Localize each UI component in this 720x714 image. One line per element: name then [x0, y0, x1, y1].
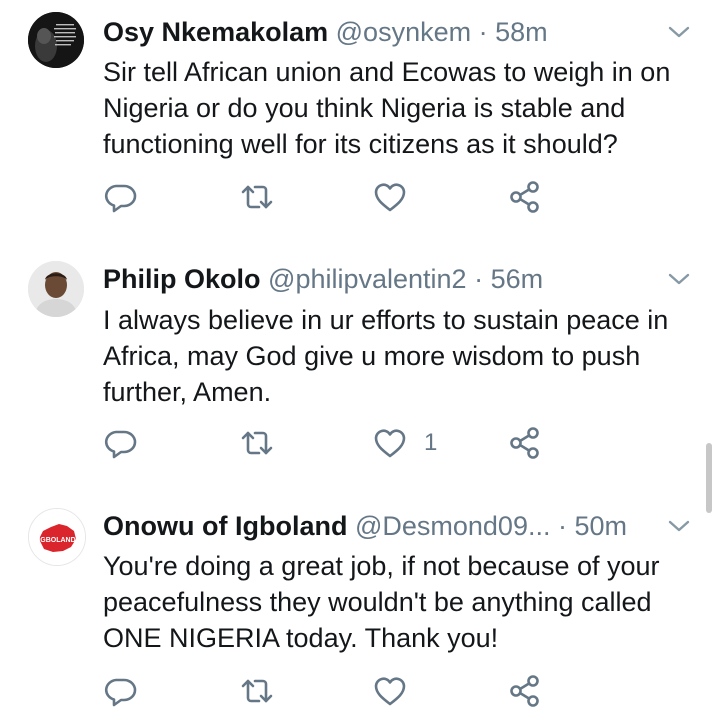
share-icon[interactable] [508, 673, 544, 709]
heart-icon[interactable] [372, 179, 408, 215]
tweet-text-line: I always believe in ur efforts to sustai… [103, 305, 669, 335]
display-name[interactable]: Philip Okolo [103, 264, 261, 294]
tweet-text-line: Nigeria or do you think Nigeria is stabl… [103, 93, 626, 123]
reply-icon[interactable] [102, 179, 138, 215]
igboland-logo: IGBOLAND [29, 509, 85, 565]
share-icon[interactable] [508, 179, 544, 215]
tweet-actions [0, 673, 720, 713]
tweet-text: You're doing a great job, if not because… [103, 548, 703, 656]
user-handle[interactable]: @philipvalentin2 [268, 264, 467, 294]
avatar[interactable] [28, 12, 84, 68]
retweet-icon[interactable] [239, 425, 275, 461]
separator-dot: · [557, 511, 567, 541]
tweet-text-line: ONE NIGERIA today. Thank you! [103, 623, 499, 653]
tweet-text-line: functioning well for its citizens as it … [103, 129, 618, 159]
timestamp[interactable]: 58m [495, 17, 548, 47]
share-icon[interactable] [508, 425, 544, 461]
display-name[interactable]: Osy Nkemakolam [103, 17, 328, 47]
tweet-text-line: You're doing a great job, if not because… [103, 551, 660, 581]
tweet-text-line: Africa, may God give u more wisdom to pu… [103, 341, 641, 371]
timestamp[interactable]: 56m [491, 264, 544, 294]
avatar-text: IGBOLAND [38, 537, 75, 544]
chevron-down-icon[interactable] [664, 17, 694, 47]
tweet-text-line: peacefulness they wouldn't be anything c… [103, 587, 652, 617]
tweet-actions: 1 [0, 425, 720, 465]
user-handle[interactable]: @osynkem [336, 17, 471, 47]
chevron-down-icon[interactable] [664, 264, 694, 294]
tweet-header: Osy Nkemakolam @osynkem · 58m [103, 12, 650, 52]
user-handle[interactable]: @Desmond09... [355, 511, 551, 541]
retweet-icon[interactable] [239, 673, 275, 709]
tweet-header: Onowu of Igboland @Desmond09... · 50m [103, 506, 650, 546]
heart-icon[interactable] [372, 425, 408, 461]
display-name[interactable]: Onowu of Igboland [103, 511, 347, 541]
chevron-down-icon[interactable] [664, 511, 694, 541]
tweet-text: I always believe in ur efforts to sustai… [103, 302, 703, 410]
like-count: 1 [424, 429, 438, 456]
heart-icon[interactable] [372, 673, 408, 709]
tweet[interactable]: Philip Okolo @philipvalentin2 · 56m I al… [0, 240, 720, 488]
tweet[interactable]: IGBOLAND Onowu of Igboland @Desmond09...… [0, 488, 720, 714]
separator-dot: · [478, 17, 488, 47]
timestamp[interactable]: 50m [575, 511, 628, 541]
avatar[interactable]: IGBOLAND [28, 508, 86, 566]
reply-icon[interactable] [102, 425, 138, 461]
retweet-icon[interactable] [239, 179, 275, 215]
scrollbar[interactable] [706, 443, 712, 513]
avatar-image [28, 12, 84, 68]
tweet-text-line: Sir tell African union and Ecowas to wei… [103, 57, 671, 87]
tweet[interactable]: Osy Nkemakolam @osynkem · 58m Sir tell A… [0, 0, 720, 240]
reply-icon[interactable] [102, 673, 138, 709]
avatar[interactable] [28, 261, 84, 317]
separator-dot: · [474, 264, 484, 294]
tweet-text: Sir tell African union and Ecowas to wei… [103, 54, 703, 162]
tweet-text-line: further, Amen. [103, 377, 272, 407]
tweet-header: Philip Okolo @philipvalentin2 · 56m [103, 259, 650, 299]
avatar-image [28, 261, 84, 317]
tweet-actions [0, 179, 720, 219]
